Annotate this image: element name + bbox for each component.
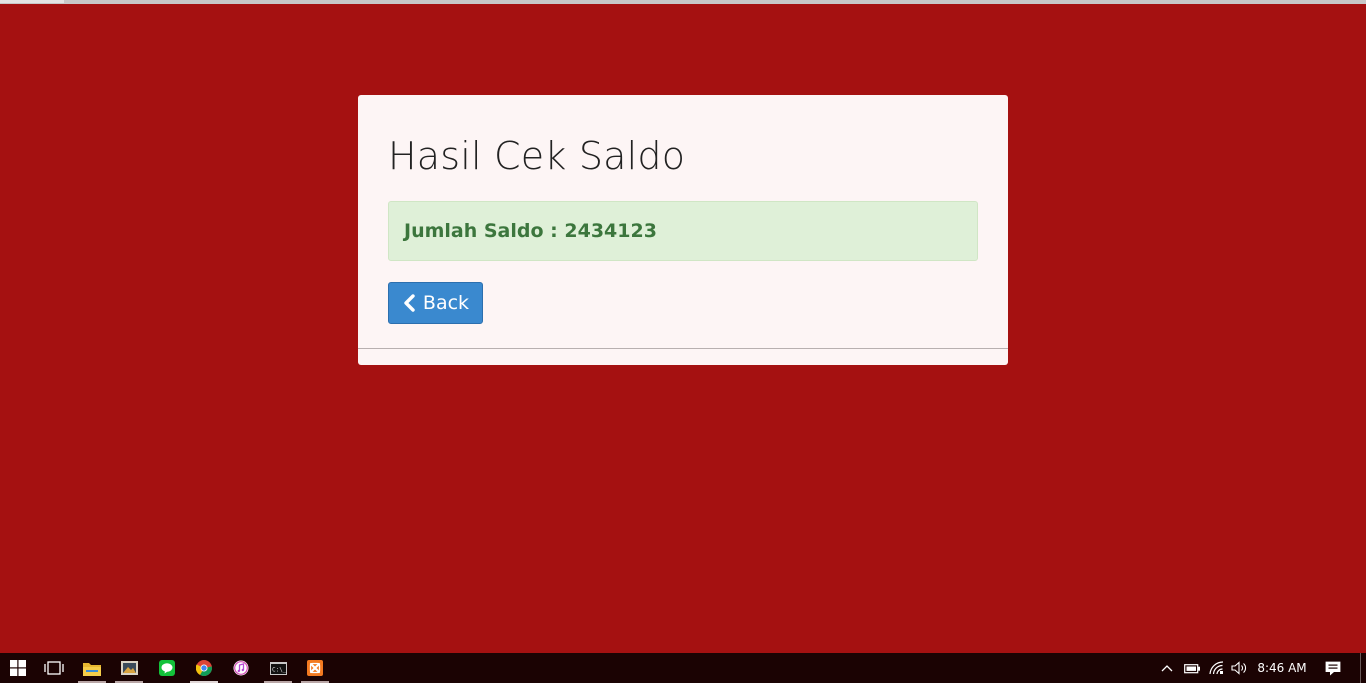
balance-alert: Jumlah Saldo : 2434123 — [388, 201, 978, 261]
browser-tab-indicator — [0, 0, 64, 3]
taskbar: C:\_ 8:46 AM — [0, 653, 1366, 683]
xampp-icon — [307, 660, 323, 676]
windows-logo-icon — [10, 660, 26, 676]
chrome-taskbar-button[interactable] — [187, 653, 221, 683]
show-hidden-icons-button[interactable] — [1158, 653, 1176, 683]
action-center-icon — [1325, 661, 1341, 675]
back-button[interactable]: Back — [388, 282, 483, 324]
command-prompt-taskbar-button[interactable]: C:\_ — [261, 653, 295, 683]
balance-value: 2434123 — [564, 220, 657, 242]
task-view-button[interactable] — [37, 653, 71, 683]
volume-icon — [1231, 661, 1246, 675]
chat-bubble-icon — [159, 660, 175, 676]
taskbar-clock[interactable]: 8:46 AM — [1252, 653, 1312, 683]
svg-text:C:\_: C:\_ — [272, 666, 287, 673]
chrome-icon — [196, 660, 212, 676]
wifi-icon — [1209, 661, 1224, 675]
file-explorer-taskbar-button[interactable] — [75, 653, 109, 683]
itunes-taskbar-button[interactable] — [224, 653, 258, 683]
balance-separator: : — [543, 220, 565, 242]
page-title: Hasil Cek Saldo — [388, 134, 686, 178]
line-messenger-taskbar-button[interactable] — [150, 653, 184, 683]
volume-tray-button[interactable] — [1229, 653, 1249, 683]
task-view-icon — [44, 661, 64, 675]
chevron-left-icon — [404, 294, 415, 312]
folder-icon — [83, 662, 101, 676]
music-note-icon — [233, 660, 249, 676]
action-center-button[interactable] — [1322, 653, 1344, 683]
image-viewer-taskbar-button[interactable] — [112, 653, 146, 683]
xampp-taskbar-button[interactable] — [298, 653, 332, 683]
back-button-label: Back — [422, 292, 470, 314]
battery-tray-button[interactable] — [1182, 653, 1202, 683]
start-button[interactable] — [1, 653, 35, 683]
browser-top-strip — [0, 0, 1366, 4]
network-tray-button[interactable] — [1207, 653, 1227, 683]
picture-icon — [120, 661, 138, 675]
result-card: Hasil Cek Saldo Jumlah Saldo : 2434123 B… — [358, 95, 1008, 365]
show-desktop-button[interactable] — [1360, 653, 1361, 683]
terminal-icon: C:\_ — [269, 661, 287, 675]
card-divider — [358, 348, 1008, 349]
balance-label: Jumlah Saldo — [404, 220, 544, 242]
battery-icon — [1183, 663, 1200, 673]
chevron-up-icon — [1161, 665, 1173, 672]
